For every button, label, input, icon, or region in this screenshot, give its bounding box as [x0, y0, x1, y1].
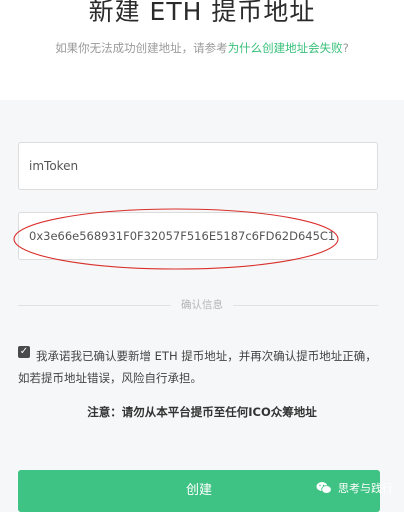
help-text: 如果你无法成功创建地址，请参考为什么创建地址会失败?	[0, 40, 404, 56]
confirm-checkbox[interactable]: ✓	[18, 346, 30, 358]
create-button-label: 创建	[185, 483, 212, 498]
page-title: 新建 ETH 提币地址	[88, 0, 316, 26]
divider-label: 确认信息	[0, 297, 404, 312]
header-panel: 新建 ETH 提币地址 如果你无法成功创建地址，请参考为什么创建地址会失败?	[0, 0, 404, 100]
confirm-statement: 我承诺我已确认要新增 ETH 提币地址，并再次确认提币地址正确，如若提币地址错误…	[18, 349, 377, 385]
watermark: 思考与践行	[316, 479, 393, 497]
checkmark-icon: ✓	[19, 346, 29, 357]
address-name-field[interactable]: imToken	[18, 142, 378, 190]
ico-notice: 注意：请勿从本平台提币至任何ICO众筹地址	[87, 405, 317, 419]
address-value: 0x3e66e568931F0F32057F516E5187c6FD62D645…	[29, 229, 336, 243]
watermark-text: 思考与践行	[338, 482, 393, 495]
help-text-suffix: ?	[342, 41, 349, 55]
address-name-value: imToken	[29, 159, 79, 173]
help-text-prefix: 如果你无法成功创建地址，请参考	[55, 41, 228, 55]
divider-label-text: 确认信息	[171, 299, 233, 311]
wechat-icon	[316, 482, 332, 494]
address-field[interactable]: 0x3e66e568931F0F32057F516E5187c6FD62D645…	[18, 212, 378, 260]
help-link[interactable]: 为什么创建地址会失败	[228, 41, 343, 55]
